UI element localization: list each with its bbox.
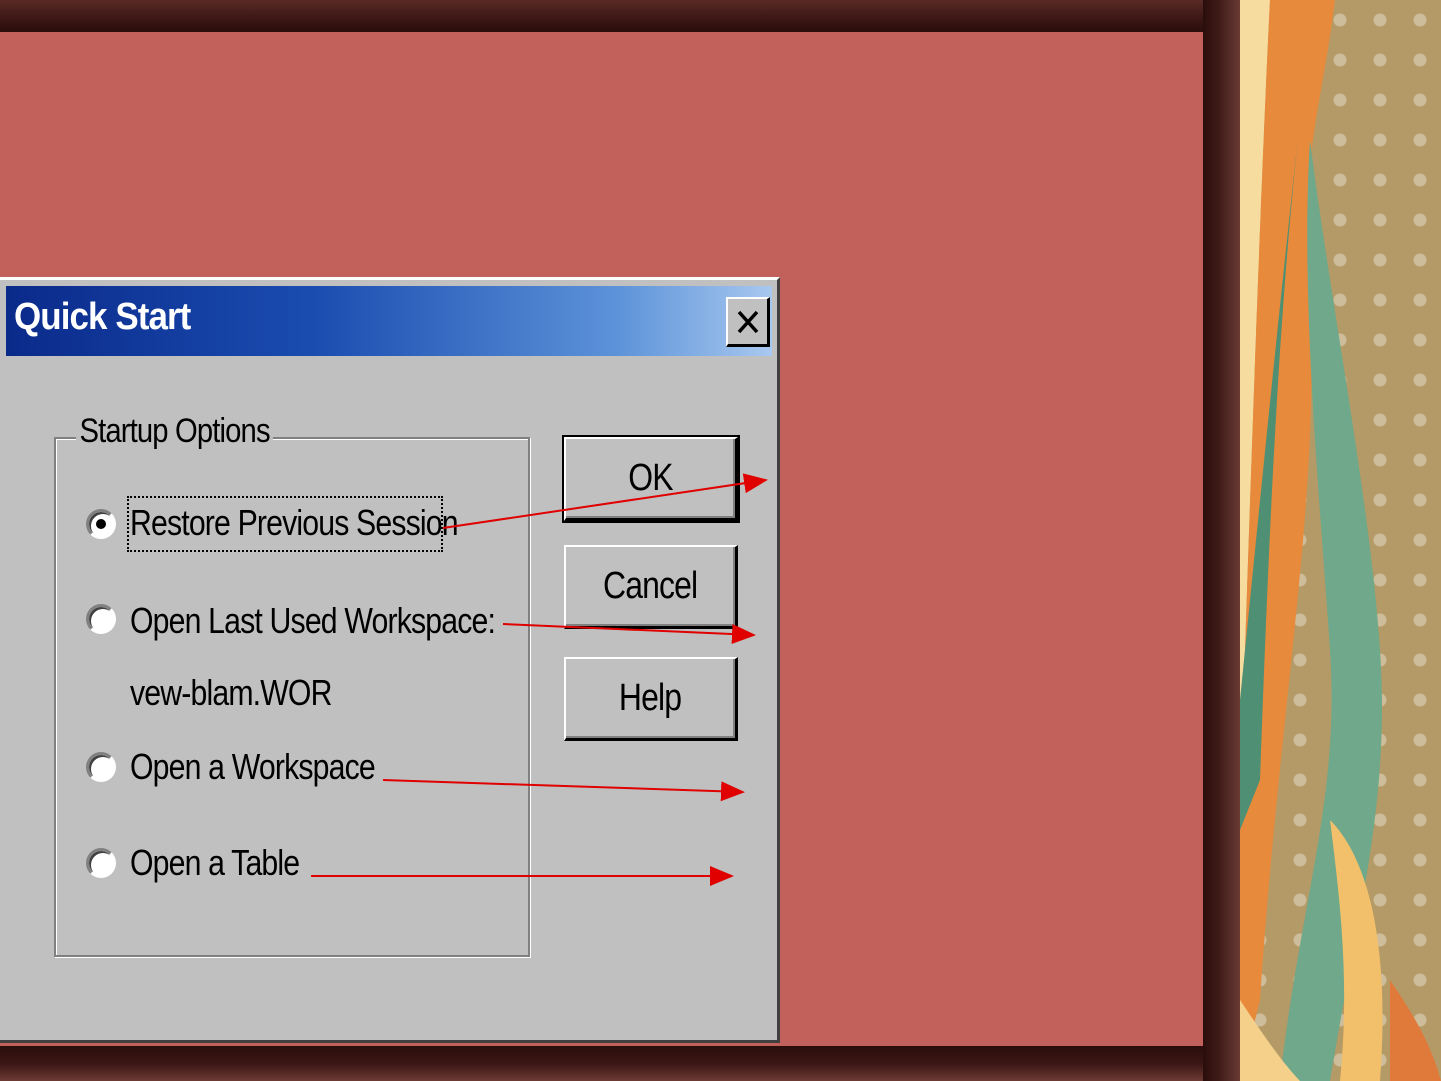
dialog-title: Quick Start <box>14 296 191 338</box>
option-restore-previous-session-label[interactable]: Restore Previous Session <box>130 502 459 544</box>
ok-button-label: OK <box>628 457 673 499</box>
startup-options-label: Startup Options <box>76 412 274 451</box>
option-open-a-workspace-label[interactable]: Open a Workspace <box>130 746 376 788</box>
ok-button[interactable]: OK <box>562 435 740 523</box>
dialog-titlebar[interactable]: Quick Start <box>6 286 772 356</box>
option-open-a-table-label[interactable]: Open a Table <box>130 842 300 884</box>
help-button[interactable]: Help <box>564 657 738 741</box>
radio-open-a-workspace[interactable] <box>86 752 116 782</box>
close-x-icon <box>737 310 758 333</box>
frame-right-border <box>1203 0 1240 1081</box>
radio-open-last-used-workspace[interactable] <box>86 604 116 634</box>
close-button[interactable] <box>726 297 770 347</box>
drapery-decoration <box>1240 0 1441 1081</box>
radio-restore-previous-session[interactable] <box>86 509 116 539</box>
radio-open-a-table[interactable] <box>86 848 116 878</box>
radio-selected-dot <box>96 519 106 529</box>
decorative-side-panel <box>1240 0 1441 1081</box>
frame-bottom-border <box>0 1046 1240 1081</box>
option-open-last-used-workspace-label[interactable]: Open Last Used Workspace: <box>130 600 496 642</box>
help-button-label: Help <box>619 677 682 719</box>
cancel-button[interactable]: Cancel <box>564 545 738 629</box>
cancel-button-label: Cancel <box>603 565 698 607</box>
last-workspace-filename: vew-blam.WOR <box>130 672 332 713</box>
frame-top-border <box>0 0 1240 32</box>
